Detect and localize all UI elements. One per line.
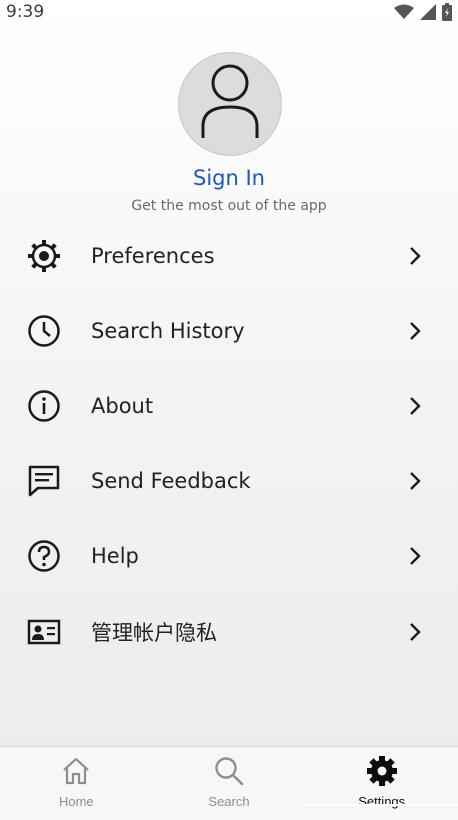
help-icon: [26, 538, 62, 574]
wifi-icon: [394, 4, 414, 20]
menu-label: Preferences: [91, 243, 215, 268]
battery-icon: [442, 3, 452, 21]
status-icons: [394, 3, 452, 21]
nav-label: Settings: [358, 794, 406, 809]
sign-in-subtitle: Get the most out of the app: [131, 198, 327, 214]
active-tab-indicator: [305, 804, 458, 806]
id-card-icon: [26, 614, 62, 650]
sign-in-link[interactable]: Sign In: [0, 166, 458, 190]
menu-item-about[interactable]: About: [0, 368, 458, 443]
feedback-icon: [26, 463, 62, 499]
menu-item-preferences[interactable]: Preferences: [0, 218, 458, 293]
chevron-right-icon: [406, 394, 424, 418]
menu-label: 管理帐户隐私: [91, 620, 217, 645]
menu-label: Help: [91, 544, 139, 569]
settings-menu: Preferences Search History About Send Fe…: [0, 218, 458, 669]
nav-label: Home: [58, 794, 94, 809]
bottom-nav: Home Search Settings: [0, 746, 458, 820]
clock-icon: [26, 313, 62, 349]
chevron-right-icon: [406, 319, 424, 343]
chevron-right-icon: [406, 244, 424, 268]
menu-item-send-feedback[interactable]: Send Feedback: [0, 444, 458, 519]
menu-label: Search History: [91, 318, 245, 343]
chevron-right-icon: [406, 620, 424, 644]
chevron-right-icon: [406, 544, 424, 568]
nav-settings[interactable]: Settings: [305, 747, 458, 820]
menu-item-help[interactable]: Help: [0, 519, 458, 594]
search-icon: [213, 755, 245, 792]
status-time: 9:39: [6, 2, 45, 22]
menu-item-account-privacy[interactable]: 管理帐户隐私: [0, 594, 458, 669]
nav-home[interactable]: Home: [0, 747, 153, 820]
menu-label: Send Feedback: [91, 469, 251, 494]
gear-icon: [26, 238, 62, 274]
info-icon: [26, 388, 62, 424]
status-bar: 9:39: [0, 0, 458, 24]
person-icon: [200, 64, 260, 145]
signal-icon: [420, 4, 436, 20]
menu-item-search-history[interactable]: Search History: [0, 293, 458, 368]
home-icon: [60, 755, 92, 792]
nav-search[interactable]: Search: [153, 747, 306, 820]
chevron-right-icon: [406, 469, 424, 493]
settings-gear-icon: [366, 755, 398, 792]
avatar[interactable]: [178, 52, 282, 156]
menu-label: About: [91, 393, 154, 418]
nav-label: Search: [208, 794, 250, 809]
